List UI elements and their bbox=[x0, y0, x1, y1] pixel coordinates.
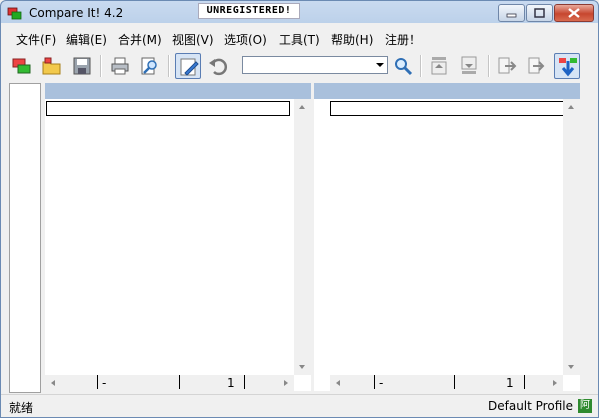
scroll-down-icon[interactable] bbox=[568, 365, 574, 369]
title-bar: Compare It! 4.2 UNREGISTERED! bbox=[1, 1, 598, 27]
toolbar-separator bbox=[100, 55, 102, 77]
profile-label: Default Profile bbox=[488, 399, 573, 413]
left-status-col1: - bbox=[102, 376, 107, 390]
next-difference-button[interactable] bbox=[554, 53, 580, 79]
status-divider bbox=[374, 375, 375, 389]
search-combobox[interactable] bbox=[242, 56, 388, 74]
app-window: Compare It! 4.2 UNREGISTERED! 文件(F) 编辑(E… bbox=[0, 0, 599, 418]
copy-left-button[interactable] bbox=[494, 53, 520, 79]
undo-icon bbox=[209, 58, 228, 76]
chevron-down-icon[interactable] bbox=[376, 63, 384, 67]
move-down-button[interactable] bbox=[456, 53, 482, 79]
minimize-button[interactable] bbox=[498, 4, 525, 22]
move-up-icon bbox=[431, 57, 447, 75]
print-preview-icon bbox=[141, 57, 157, 75]
right-pane-header bbox=[314, 83, 580, 99]
input-mode-indicator: 阿 bbox=[578, 399, 592, 413]
status-divider bbox=[524, 375, 525, 389]
open-folder-button[interactable] bbox=[39, 53, 65, 79]
menu-tools[interactable]: 工具(T) bbox=[279, 31, 320, 48]
menu-view[interactable]: 视图(V) bbox=[172, 31, 214, 48]
window-title: Compare It! 4.2 bbox=[29, 6, 124, 20]
right-status-col1: - bbox=[379, 376, 384, 390]
close-icon bbox=[568, 8, 580, 18]
right-pane-current-line[interactable] bbox=[330, 101, 574, 116]
menu-merge[interactable]: 合并(M) bbox=[118, 31, 162, 48]
app-logo-icon bbox=[7, 7, 22, 20]
left-pane-header bbox=[45, 83, 311, 99]
left-compare-pane[interactable] bbox=[45, 83, 311, 391]
scroll-up-icon[interactable] bbox=[299, 105, 305, 109]
menu-register[interactable]: 注册！ bbox=[385, 31, 421, 48]
right-compare-pane[interactable] bbox=[314, 83, 580, 391]
menu-edit[interactable]: 编辑(E) bbox=[66, 31, 107, 48]
search-icon bbox=[395, 58, 413, 76]
toolbar-separator bbox=[420, 55, 422, 77]
menu-help[interactable]: 帮助(H) bbox=[331, 31, 373, 48]
compare-files-icon bbox=[12, 58, 31, 74]
minimize-icon bbox=[506, 13, 517, 18]
next-difference-icon bbox=[559, 58, 577, 77]
toolbar-separator bbox=[488, 55, 490, 77]
print-button[interactable] bbox=[107, 53, 133, 79]
copy-right-button[interactable] bbox=[524, 53, 550, 79]
status-divider bbox=[454, 375, 455, 389]
menu-bar: 文件(F) 编辑(E) 合并(M) 视图(V) 选项(O) 工具(T) 帮助(H… bbox=[1, 28, 598, 48]
copy-left-icon bbox=[498, 57, 517, 74]
toolbar-separator bbox=[168, 55, 170, 77]
right-pane-status: - 1 bbox=[314, 374, 580, 392]
edit-mode-button[interactable] bbox=[175, 53, 201, 79]
find-button[interactable] bbox=[390, 53, 416, 79]
left-pane-status: - 1 bbox=[45, 374, 311, 392]
print-preview-button[interactable] bbox=[137, 53, 163, 79]
compare-files-button[interactable] bbox=[9, 53, 35, 79]
status-bar: 就绪 Default Profile 阿 bbox=[1, 394, 598, 417]
move-down-icon bbox=[461, 56, 477, 74]
save-button[interactable] bbox=[69, 53, 95, 79]
left-pane-current-line[interactable] bbox=[46, 101, 290, 116]
scroll-up-icon[interactable] bbox=[568, 105, 574, 109]
undo-button[interactable] bbox=[205, 53, 231, 79]
menu-options[interactable]: 选项(O) bbox=[224, 31, 267, 48]
left-status-line: 1 bbox=[227, 376, 235, 390]
close-button[interactable] bbox=[554, 4, 594, 22]
right-status-line: 1 bbox=[506, 376, 514, 390]
maximize-button[interactable] bbox=[526, 4, 553, 22]
left-vertical-scrollbar[interactable] bbox=[294, 99, 311, 375]
open-folder-icon bbox=[42, 57, 61, 75]
right-vertical-scrollbar[interactable] bbox=[563, 99, 580, 375]
menu-file[interactable]: 文件(F) bbox=[16, 31, 56, 48]
move-up-button[interactable] bbox=[426, 53, 452, 79]
copy-right-icon bbox=[528, 57, 545, 74]
scroll-down-icon[interactable] bbox=[299, 365, 305, 369]
status-text: 就绪 bbox=[9, 401, 34, 415]
print-icon bbox=[111, 57, 129, 75]
toolbar bbox=[1, 49, 598, 82]
save-icon bbox=[73, 57, 91, 75]
unregistered-badge: UNREGISTERED! bbox=[198, 3, 300, 19]
line-number-gutter bbox=[9, 83, 41, 393]
edit-icon bbox=[180, 58, 199, 76]
maximize-icon bbox=[534, 8, 545, 18]
status-divider bbox=[244, 375, 245, 389]
status-divider bbox=[179, 375, 180, 389]
status-divider bbox=[97, 375, 98, 389]
